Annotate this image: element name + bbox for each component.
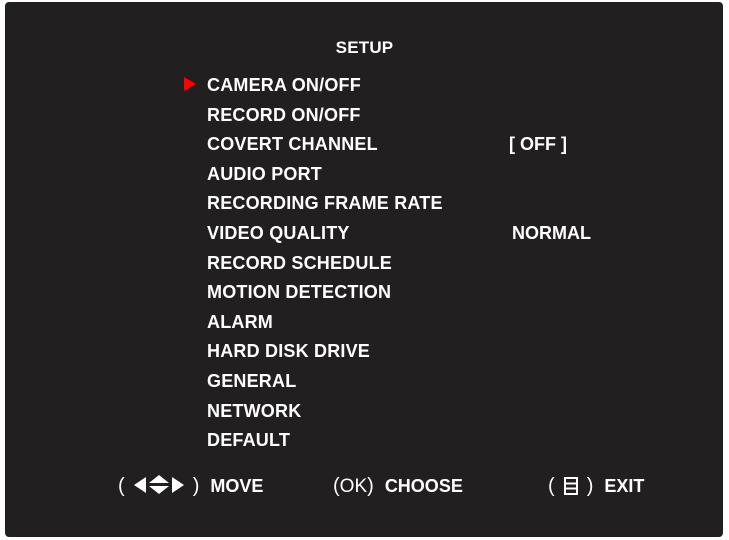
menu-item-label: CAMERA ON/OFF	[207, 75, 361, 95]
menu-item-label: RECORD ON/OFF	[207, 104, 361, 125]
down-arrow-icon	[148, 486, 169, 494]
move-hint-open-paren: (	[118, 475, 125, 497]
menu-item-label: NETWORK	[207, 400, 302, 421]
menu-item-camera-on-off[interactable]: CAMERA ON/OFF	[207, 72, 627, 98]
choose-hint-open-paren: (	[333, 475, 340, 497]
key-hints-bar: ( ) MOVE (OK) CHOOSE ( ) EXIT	[0, 472, 729, 500]
menu-item-label: DEFAULT	[207, 430, 291, 451]
choose-hint: (OK) CHOOSE	[333, 472, 463, 500]
menu-item-label: AUDIO PORT	[207, 163, 323, 184]
move-hint-label: MOVE	[210, 476, 264, 496]
move-hint: ( ) MOVE	[118, 472, 263, 500]
menu-item-video-quality[interactable]: VIDEO QUALITY NORMAL	[207, 220, 627, 246]
menu-key-icon	[563, 477, 578, 495]
up-arrow-icon	[148, 475, 169, 483]
covert-channel-value: [ OFF ]	[509, 134, 567, 155]
menu-item-label: COVERT CHANNEL	[207, 134, 378, 155]
video-quality-value: NORMAL	[512, 223, 591, 243]
menu-item-record-schedule[interactable]: RECORD SCHEDULE	[207, 250, 627, 276]
menu-item-record-on-off[interactable]: RECORD ON/OFF	[207, 102, 627, 128]
choose-hint-label: CHOOSE	[384, 476, 463, 496]
arrow-keys-icon	[130, 475, 188, 495]
menu-item-recording-frame-rate[interactable]: RECORDING FRAME RATE	[207, 190, 627, 216]
menu-item-label: RECORD SCHEDULE	[207, 252, 393, 273]
page-title: SETUP	[335, 38, 394, 57]
move-hint-close-paren: )	[192, 475, 200, 497]
menu-item-audio-port[interactable]: AUDIO PORT	[207, 161, 627, 187]
menu-item-label: MOTION DETECTION	[207, 282, 392, 303]
selection-cursor-icon	[184, 77, 196, 91]
menu-item-network[interactable]: NETWORK	[207, 398, 627, 424]
choose-hint-close-paren: )	[367, 475, 374, 497]
menu-item-alarm[interactable]: ALARM	[207, 309, 627, 335]
menu-item-default[interactable]: DEFAULT	[207, 427, 627, 453]
exit-hint-close-paren: )	[586, 475, 594, 497]
menu-item-general[interactable]: GENERAL	[207, 368, 627, 394]
ok-key-label: OK	[339, 476, 368, 497]
exit-hint: ( ) EXIT	[548, 472, 644, 500]
exit-hint-label: EXIT	[604, 476, 645, 496]
left-arrow-icon	[133, 477, 146, 493]
menu-item-label: HARD DISK DRIVE	[207, 341, 371, 362]
menu-item-label: GENERAL	[207, 371, 297, 391]
menu-item-motion-detection[interactable]: MOTION DETECTION	[207, 279, 627, 305]
menu-item-label: VIDEO QUALITY	[207, 223, 350, 243]
menu-item-covert-channel[interactable]: COVERT CHANNEL [ OFF ]	[207, 131, 627, 157]
exit-hint-open-paren: (	[548, 475, 555, 497]
menu-item-label: ALARM	[207, 311, 273, 332]
menu-item-hard-disk-drive[interactable]: HARD DISK DRIVE	[207, 338, 627, 364]
right-arrow-icon	[171, 477, 184, 493]
menu-item-label: RECORDING FRAME RATE	[207, 193, 443, 214]
